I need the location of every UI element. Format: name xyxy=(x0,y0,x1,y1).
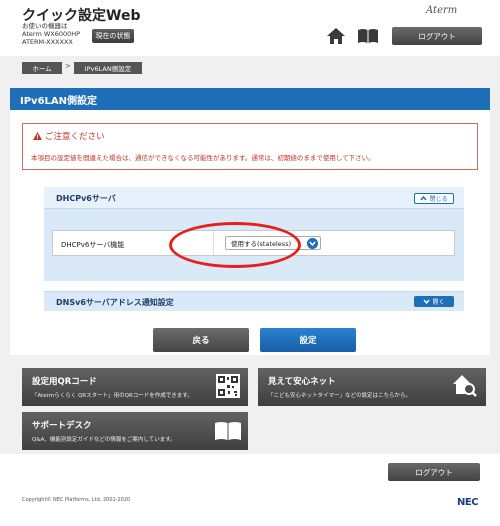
qr-code-icon xyxy=(216,374,240,398)
support-desk-tile-desc: Q&A、機能別設定ガイドなどの情報をご案内しています。 xyxy=(32,437,176,443)
caution-title-text: ご注意ください xyxy=(45,132,105,142)
support-desk-tile[interactable]: サポートデスク Q&A、機能別設定ガイドなどの情報をご案内しています。 xyxy=(22,412,248,450)
mimamori-net-tile-desc: 「こども安心ネットタイマー」などの設定はこちらから。 xyxy=(268,393,412,399)
manual-book-icon[interactable] xyxy=(357,28,379,44)
dhcpv6-collapse-label: 閉じる xyxy=(429,196,448,203)
nec-logo: NEC xyxy=(457,497,479,508)
breadcrumb-separator: > xyxy=(65,62,71,70)
chevron-down-icon xyxy=(423,299,431,304)
mimamori-net-tile[interactable]: 見えて安心ネット 「こども安心ネットタイマー」などの設定はこちらから。 xyxy=(258,368,486,406)
breadcrumb-current: IPv6LAN側設定 xyxy=(74,62,142,74)
qr-code-tile-desc: 「Atermらくらく QRスタート」用のQRコードを作成できます。 xyxy=(32,393,193,399)
home-icon[interactable] xyxy=(326,27,346,45)
dhcpv6-collapse-button[interactable]: 閉じる xyxy=(414,193,454,204)
logout-button[interactable]: ログアウト xyxy=(392,27,482,45)
qr-code-tile[interactable]: 設定用QRコード 「Atermらくらく QRスタート」用のQRコードを作成できま… xyxy=(22,368,248,406)
device-ssid: ATERM-XXXXXX xyxy=(22,38,73,46)
breadcrumb-home[interactable]: ホーム xyxy=(22,62,62,74)
support-desk-tile-title: サポートデスク xyxy=(32,421,92,431)
dhcpv6-function-label: DHCPv6サーバ機能 xyxy=(61,241,125,249)
qr-code-tile-title: 設定用QRコード xyxy=(32,377,97,387)
warning-icon xyxy=(33,132,42,140)
device-model: Aterm WX6000HP xyxy=(22,30,81,38)
chevron-up-icon xyxy=(420,196,428,201)
brand-logo: Aterm xyxy=(426,5,458,16)
book-icon xyxy=(215,422,241,440)
back-button[interactable]: 戻る xyxy=(153,328,249,352)
mimamori-net-tile-title: 見えて安心ネット xyxy=(268,377,336,387)
dnsv6-expand-label: 開く xyxy=(432,299,445,306)
dnsv6-notify-section: DNSv6サーバアドレス通知設定 開く xyxy=(44,291,464,311)
logout-button-bottom[interactable]: ログアウト xyxy=(388,463,480,481)
apply-settings-button[interactable]: 設定 xyxy=(260,328,356,352)
dnsv6-section-title: DNSv6サーバアドレス通知設定 xyxy=(56,298,174,307)
status-button[interactable]: 現在の状態 xyxy=(92,29,134,43)
caution-text: 本項目の設定値を間違えた場合は、通信ができなくなる可能性があります。通常は、初期… xyxy=(31,154,375,162)
copyright: Copyright© NEC Platforms, Ltd. 2001-2020 xyxy=(22,497,131,503)
caution-box: ご注意ください 本項目の設定値を間違えた場合は、通信ができなくなる可能性がありま… xyxy=(22,123,478,170)
dhcpv6-section-title: DHCPv6サーバ xyxy=(56,194,116,203)
device-info-label: お使いの機器は xyxy=(22,22,68,30)
caution-title: ご注意ください xyxy=(33,130,105,142)
page-title: IPv6LAN側設定 xyxy=(10,88,490,110)
house-search-icon xyxy=(453,375,477,397)
device-info: お使いの機器は Aterm WX6000HP ATERM-XXXXXX xyxy=(22,22,80,46)
dnsv6-expand-button[interactable]: 開く xyxy=(414,296,454,307)
header: クイック設定Web お使いの機器は Aterm WX6000HP ATERM-X… xyxy=(0,0,500,56)
chevron-down-icon xyxy=(307,238,318,249)
highlight-ring xyxy=(169,222,301,268)
dhcpv6-section-header: DHCPv6サーバ 閉じる xyxy=(44,187,464,209)
